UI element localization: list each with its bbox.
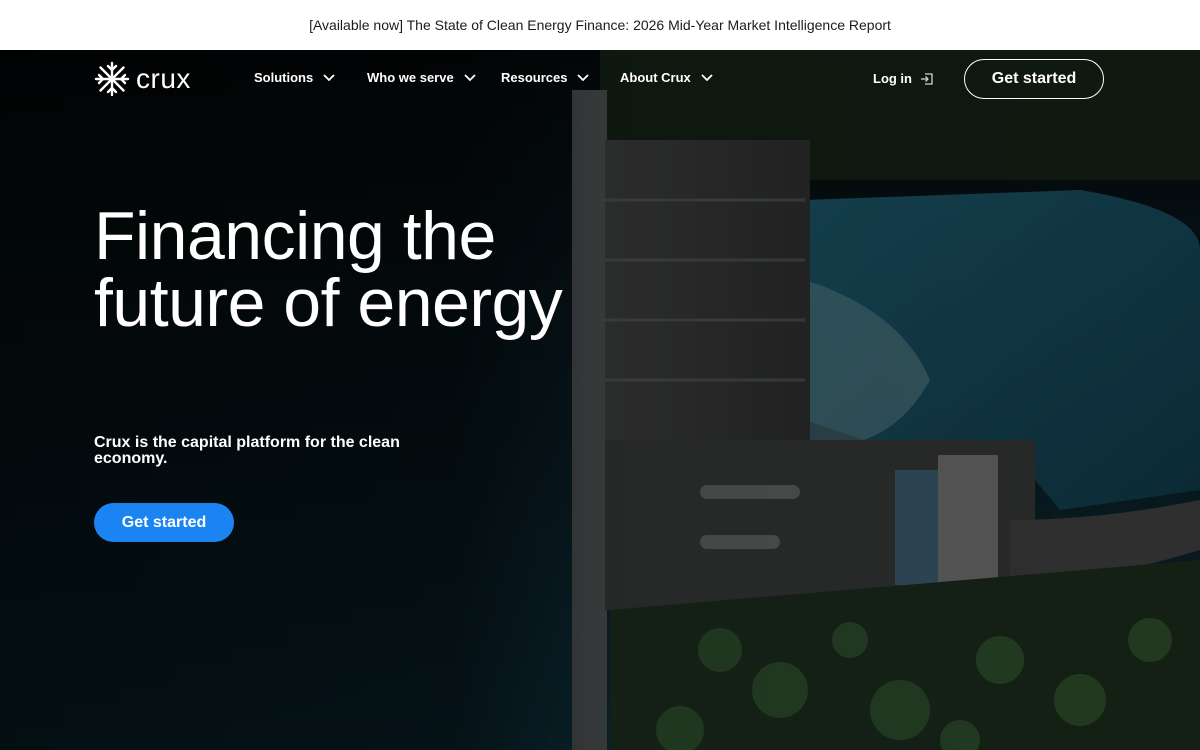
- nav-item-who-we-serve[interactable]: Who we serve: [367, 70, 476, 85]
- nav-item-about-crux[interactable]: About Crux: [620, 70, 713, 85]
- main-navigation: crux Solutions Who we serve Resources Ab…: [0, 50, 1200, 110]
- chevron-down-icon: [464, 73, 476, 81]
- hero-background-image: [0, 50, 1200, 750]
- hero-section: [0, 50, 1200, 750]
- nav-item-resources[interactable]: Resources: [501, 70, 590, 85]
- announcement-banner[interactable]: [Available now] The State of Clean Energ…: [0, 0, 1200, 50]
- nav-label-resources: Resources: [501, 70, 568, 85]
- login-link[interactable]: Log in: [873, 71, 934, 86]
- nav-item-solutions[interactable]: Solutions: [254, 70, 335, 85]
- nav-label-about-crux: About Crux: [620, 70, 691, 85]
- login-label: Log in: [873, 71, 912, 86]
- crux-logo[interactable]: crux: [94, 61, 191, 97]
- nav-label-solutions: Solutions: [254, 70, 314, 85]
- announcement-text[interactable]: [Available now] The State of Clean Energ…: [309, 17, 891, 33]
- chevron-down-icon: [577, 73, 590, 81]
- chevron-down-icon: [323, 73, 335, 81]
- login-arrow-icon: [921, 72, 933, 85]
- get-started-hero-button[interactable]: Get started: [94, 503, 234, 542]
- hero-headline: Financing the future of energy: [94, 198, 563, 341]
- nav-label-who-we-serve: Who we serve: [367, 70, 454, 85]
- chevron-down-icon: [701, 73, 713, 81]
- snowflake-logo-icon: [94, 61, 130, 97]
- hero-subheading: Crux is the capital platform for the cle…: [94, 434, 400, 467]
- brand-name: crux: [136, 63, 191, 94]
- get-started-nav-button[interactable]: Get started: [964, 59, 1104, 99]
